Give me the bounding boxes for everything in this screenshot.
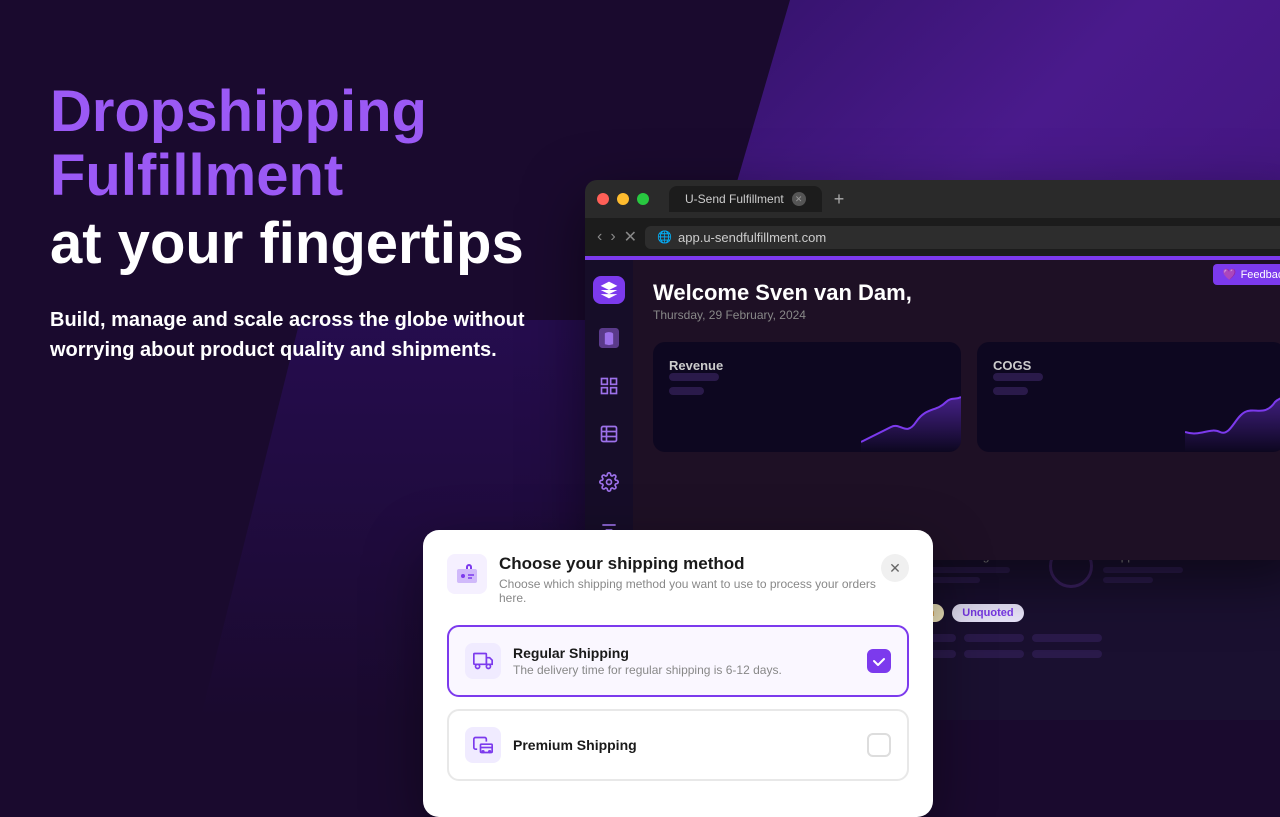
sidebar-icon-settings[interactable] — [593, 468, 625, 496]
hero-headline-colored: Dropshipping Fulfillment — [50, 80, 570, 208]
sidebar-icon-shopify[interactable] — [593, 324, 625, 352]
placeholder-bar — [964, 634, 1024, 642]
welcome-text: Welcome Sven van Dam, — [653, 280, 1280, 306]
premium-shipping-icon — [465, 727, 501, 763]
regular-shipping-name: Regular Shipping — [513, 645, 855, 661]
revenue-chart — [861, 382, 961, 452]
cogs-bar-1 — [993, 373, 1043, 381]
feedback-label: Feedback? — [1241, 269, 1280, 281]
cogs-chart — [1185, 382, 1280, 452]
dashboard-cards: Revenue — [653, 342, 1280, 452]
placeholder-bar — [964, 650, 1024, 658]
close-nav-button[interactable]: ✕ — [624, 227, 637, 247]
placeholder-row-2 — [876, 650, 1264, 658]
browser-chrome: U-Send Fulfillment ✕ + — [585, 180, 1280, 218]
placeholder-row-1 — [876, 634, 1264, 642]
premium-shipping-checkbox[interactable] — [867, 733, 891, 757]
placeholder-bar — [1032, 650, 1102, 658]
badge-row: Attention Unquoted — [876, 604, 1264, 622]
browser-nav: ‹ › ✕ 🌐 app.u-sendfulfillment.com — [585, 218, 1280, 256]
date-text: Thursday, 29 February, 2024 — [653, 308, 1280, 322]
revenue-label: Revenue — [669, 358, 945, 373]
modal-title-text: Choose your shipping method Choose which… — [499, 554, 881, 605]
shipped-bar2 — [1103, 577, 1153, 583]
sidebar-icon-table[interactable] — [593, 420, 625, 448]
browser-window: U-Send Fulfillment ✕ + ‹ › ✕ 🌐 app.u-sen… — [585, 180, 1280, 560]
traffic-light-red[interactable] — [597, 193, 609, 205]
traffic-light-green[interactable] — [637, 193, 649, 205]
tab-label: U-Send Fulfillment — [685, 192, 784, 206]
new-tab-button[interactable]: + — [834, 189, 845, 210]
hero-subtext: Build, manage and scale across the globe… — [50, 305, 530, 365]
regular-shipping-checkbox[interactable] — [867, 649, 891, 673]
hero-section: Dropshipping Fulfillment at your fingert… — [50, 80, 570, 365]
forward-button[interactable]: › — [610, 228, 615, 246]
sidebar-icon-grid[interactable] — [593, 372, 625, 400]
back-button[interactable]: ‹ — [597, 228, 602, 246]
browser-tab-active[interactable]: U-Send Fulfillment ✕ — [669, 186, 822, 212]
processing-orders-bar — [930, 567, 1010, 573]
app-purple-bar — [585, 256, 1280, 260]
modal-title-group: Choose your shipping method Choose which… — [447, 554, 881, 605]
modal-icon — [447, 554, 487, 594]
revenue-bar-1 — [669, 373, 719, 381]
hero-headline-white: at your fingertips — [50, 212, 570, 276]
app-main: Welcome Sven van Dam, Thursday, 29 Febru… — [633, 256, 1280, 560]
modal-close-button[interactable]: ✕ — [881, 554, 909, 582]
modal-subtitle: Choose which shipping method you want to… — [499, 577, 881, 605]
premium-shipping-name: Premium Shipping — [513, 737, 855, 753]
shipping-option-regular[interactable]: Regular Shipping The delivery time for r… — [447, 625, 909, 697]
placeholder-bar — [1032, 634, 1102, 642]
regular-shipping-icon — [465, 643, 501, 679]
shipped-bar — [1103, 567, 1183, 573]
feedback-button[interactable]: 💜 Feedback? — [1213, 264, 1280, 285]
regular-shipping-desc: The delivery time for regular shipping i… — [513, 663, 855, 677]
revenue-bar-2 — [669, 387, 704, 395]
modal-header: Choose your shipping method Choose which… — [447, 554, 909, 605]
app-content: 💜 Feedback? Welcome — [585, 256, 1280, 560]
cogs-label: COGS — [993, 358, 1269, 373]
sidebar-icon-logo[interactable] — [593, 276, 625, 304]
processing-orders-bar2 — [930, 577, 980, 583]
url-text: app.u-sendfulfillment.com — [678, 230, 826, 245]
tab-close-button[interactable]: ✕ — [792, 192, 806, 206]
shipping-modal: Choose your shipping method Choose which… — [423, 530, 933, 817]
traffic-light-yellow[interactable] — [617, 193, 629, 205]
revenue-card: Revenue — [653, 342, 961, 452]
unquoted-badge: Unquoted — [952, 604, 1023, 622]
address-bar[interactable]: 🌐 app.u-sendfulfillment.com — [645, 226, 1280, 249]
heart-icon: 💜 — [1223, 268, 1237, 281]
cogs-card: COGS — [977, 342, 1280, 452]
cogs-bar-2 — [993, 387, 1028, 395]
premium-shipping-text: Premium Shipping — [513, 737, 855, 753]
regular-shipping-text: Regular Shipping The delivery time for r… — [513, 645, 855, 677]
globe-icon: 🌐 — [657, 230, 672, 244]
app-sidebar — [585, 260, 633, 560]
modal-title: Choose your shipping method — [499, 554, 881, 574]
